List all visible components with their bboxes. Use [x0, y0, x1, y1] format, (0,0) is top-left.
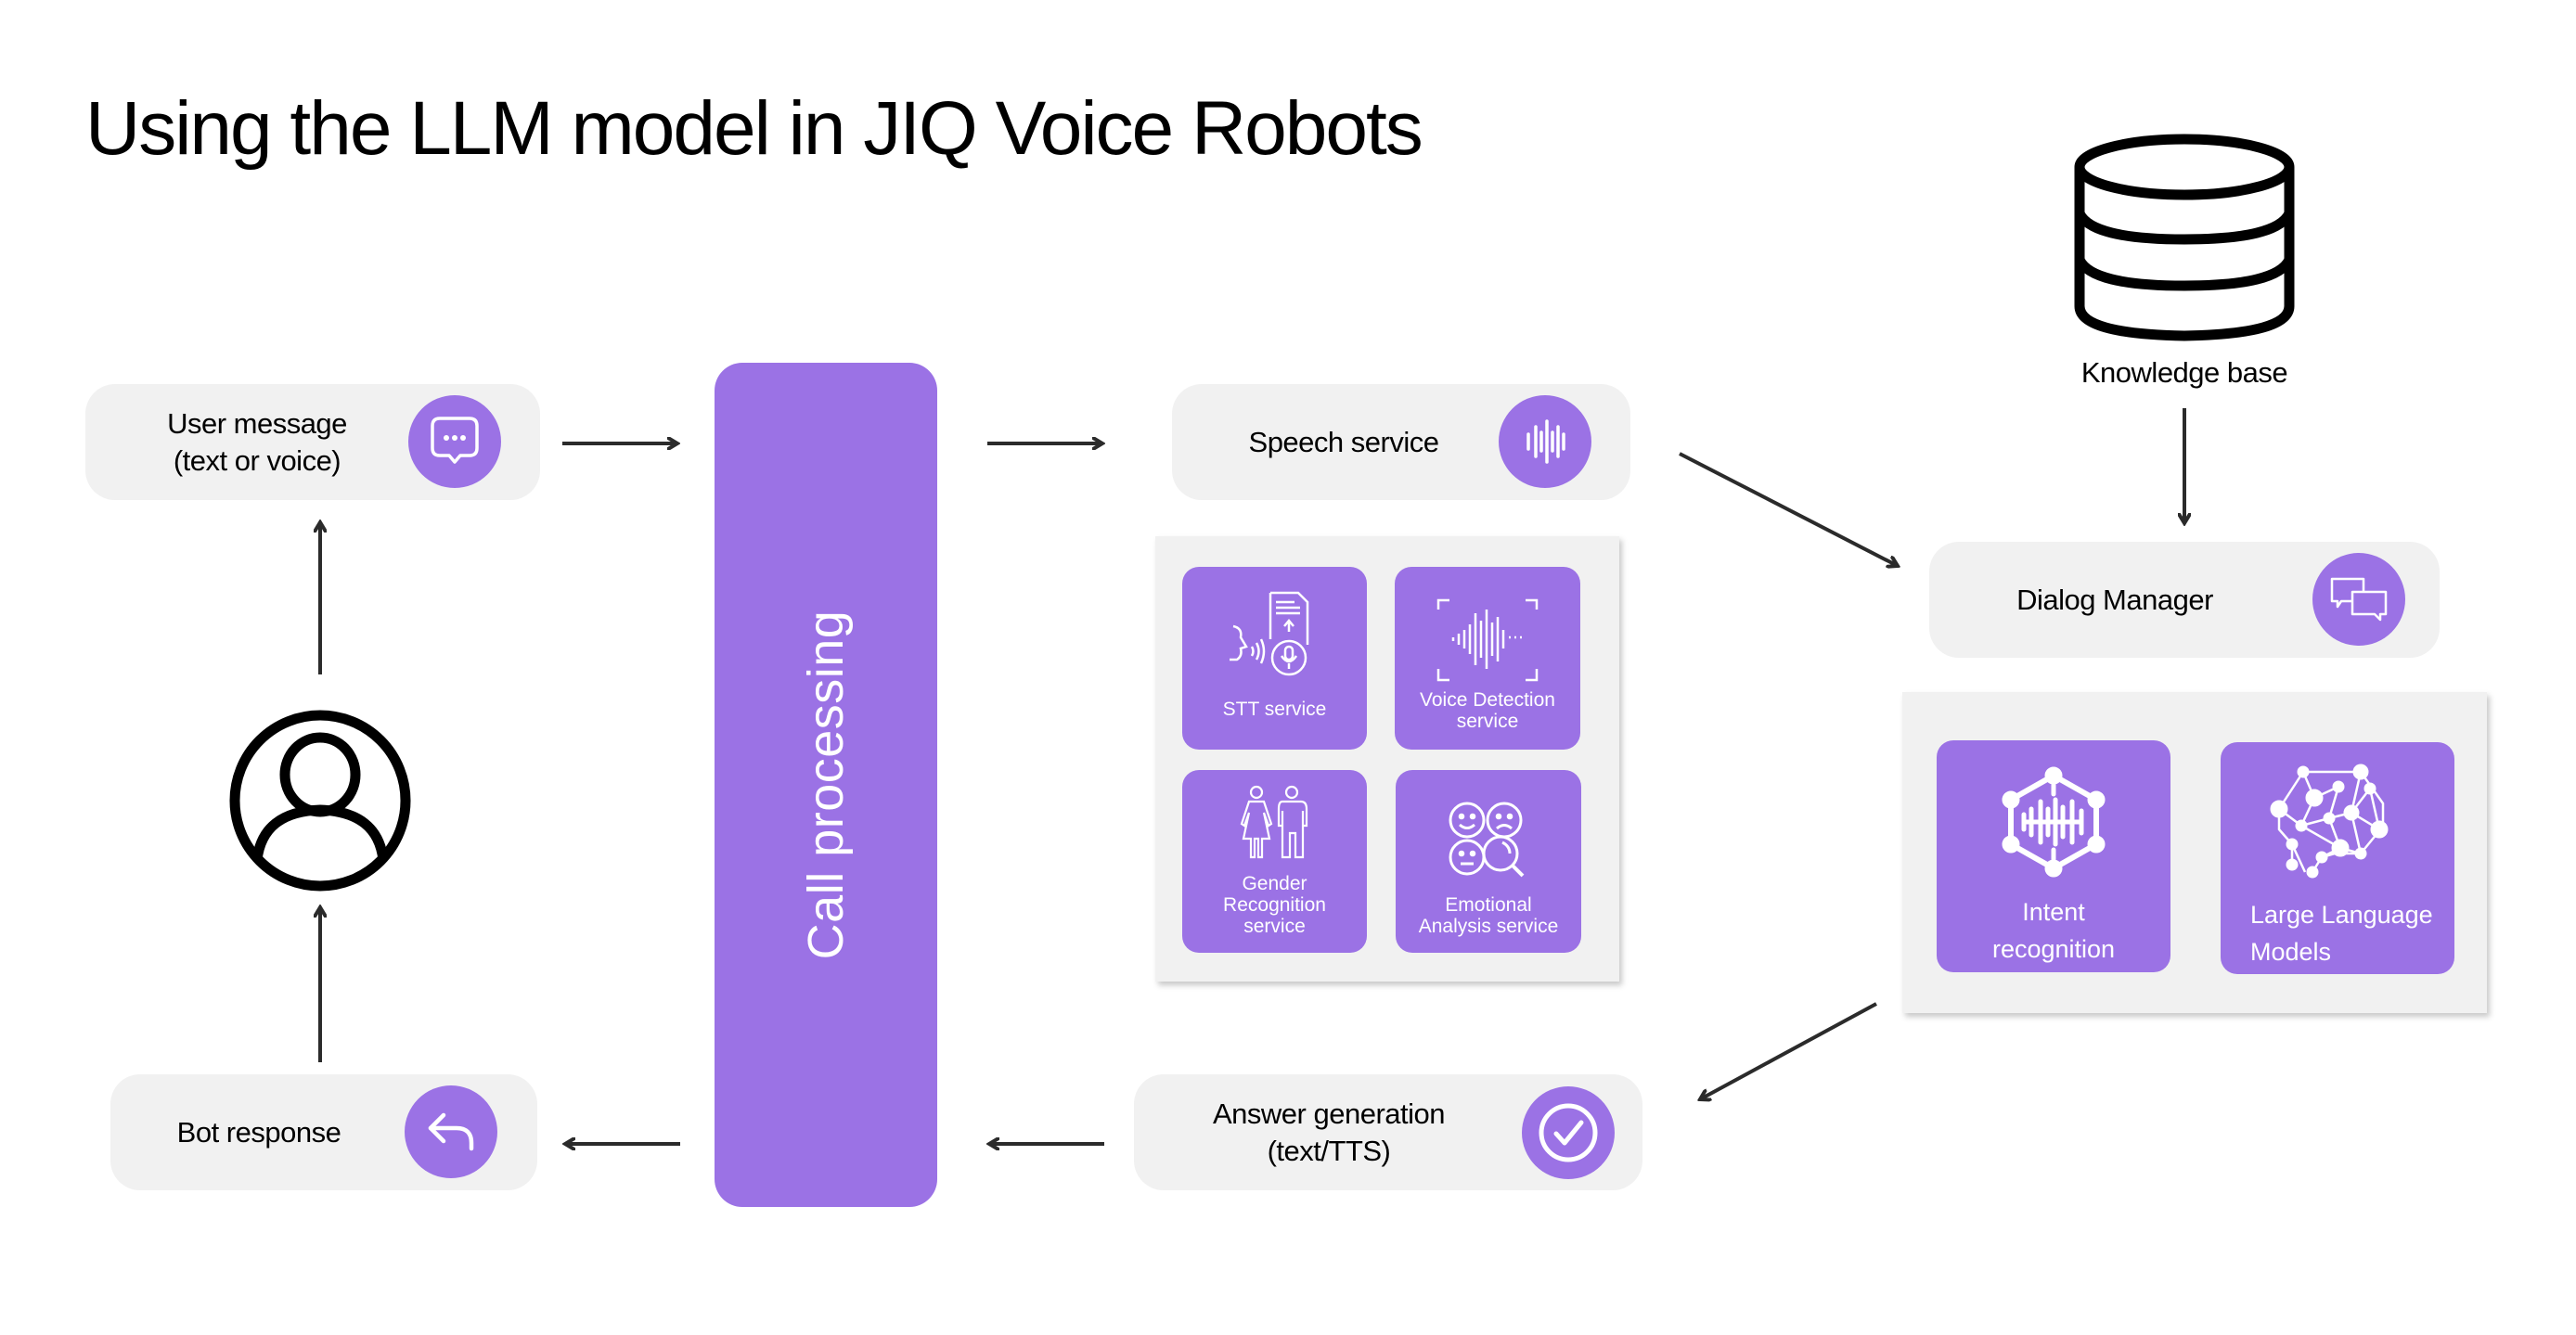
answer-generation-line1: Answer generation — [1213, 1097, 1446, 1130]
speech-service-label: Speech service — [1248, 425, 1439, 458]
dialog-components-panel: Intent recognition Large Language Models — [1902, 692, 2487, 1013]
emotional-analysis-label: Emotional Analysis service — [1418, 894, 1559, 937]
emotional-analysis-tile: Emotional Analysis service — [1396, 770, 1581, 953]
gender-recognition-tile: Gender Recognition service — [1182, 770, 1367, 953]
answer-generation-line2: (text/TTS) — [1267, 1134, 1391, 1167]
intent-recognition-tile: Intent recognition — [1937, 740, 2170, 972]
gender-recognition-label: Gender Recognition service — [1223, 873, 1326, 937]
emotion-analysis-icon — [1449, 802, 1525, 878]
speech-service-node: Speech service — [1172, 384, 1630, 500]
soundwave-icon — [1499, 395, 1591, 488]
answer-generation-label: Answer generation (text/TTS) — [1153, 1074, 1505, 1190]
dialog-manager-node: Dialog Manager — [1929, 542, 2440, 658]
chat-bubble-icon — [408, 395, 501, 488]
answer-generation-node: Answer generation (text/TTS) — [1134, 1074, 1642, 1190]
stt-service-tile: STT service — [1182, 567, 1367, 750]
stt-service-label: STT service — [1222, 699, 1327, 720]
checkmark-circle-icon — [1522, 1086, 1615, 1179]
database-icon — [2073, 130, 2296, 343]
knowledge-base-label: Knowledge base — [2080, 356, 2288, 389]
arrow-speech-service-to-dialog-manager — [1679, 452, 1898, 566]
user-avatar-icon — [227, 708, 413, 893]
gender-icon — [1240, 785, 1307, 859]
arrow-dialog-manager-to-answer-generation — [1700, 1002, 1877, 1099]
user-message-label: User message (text or voice) — [104, 384, 410, 500]
bot-response-label: Bot response — [176, 1115, 341, 1149]
call-processing-label: Call processing — [798, 610, 854, 960]
voice-detection-label: Voice Detection service — [1420, 689, 1555, 732]
voice-detection-tile: Voice Detection service — [1395, 567, 1580, 750]
speech-to-text-icon — [1229, 591, 1308, 676]
call-processing-block: Call processing — [715, 363, 937, 1207]
user-message-line2: (text or voice) — [173, 443, 341, 477]
dialog-bubbles-icon — [2312, 553, 2405, 646]
voice-detection-icon — [1436, 598, 1539, 682]
neural-brain-icon — [2270, 764, 2389, 879]
reply-icon — [405, 1085, 497, 1178]
dialog-manager-label: Dialog Manager — [2016, 583, 2213, 616]
intent-recognition-icon — [2002, 766, 2106, 878]
llm-tile: Large Language Models — [2221, 742, 2454, 974]
user-message-node: User message (text or voice) — [85, 384, 540, 500]
user-message-line1: User message — [167, 406, 347, 440]
bot-response-node: Bot response — [110, 1074, 537, 1190]
speech-services-panel: STT service Voice Detection service Gend… — [1155, 536, 1619, 982]
llm-label: Large Language Models — [2250, 901, 2433, 966]
intent-recognition-label: Intent recognition — [1991, 898, 2116, 963]
